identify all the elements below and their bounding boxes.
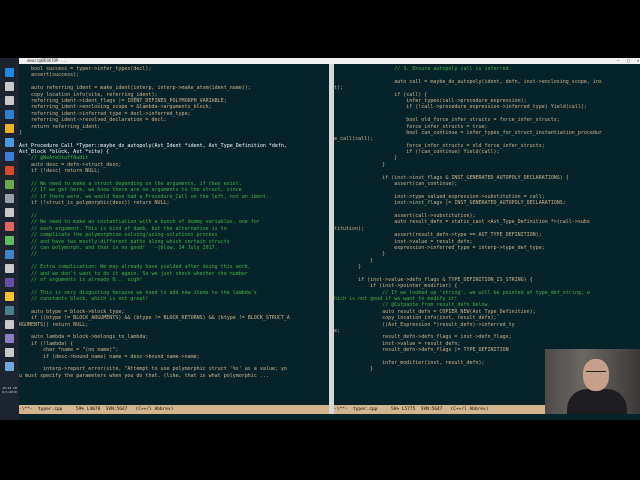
app-icon[interactable] — [5, 306, 14, 315]
app-icon[interactable] — [5, 222, 14, 231]
app-icon[interactable] — [5, 348, 14, 357]
taskbar-date: 8/1/2019 — [2, 390, 17, 394]
app-icon[interactable] — [5, 166, 14, 175]
app-icon[interactable] — [5, 292, 14, 301]
app-icon[interactable] — [5, 278, 14, 287]
windows-icon[interactable] — [5, 68, 14, 77]
explorer-icon[interactable] — [5, 124, 14, 133]
store-icon[interactable] — [5, 138, 14, 147]
modeline-left: -\**- typer.cpp 59% L4078 SVN:5647 (C++/… — [19, 405, 329, 414]
mail-icon[interactable] — [5, 152, 14, 161]
code-area-right[interactable]: // 3. Ensure autopoly call is inferred. … — [334, 66, 640, 379]
webcam-glasses — [586, 371, 606, 376]
app-icon[interactable] — [5, 320, 14, 329]
app-icon[interactable] — [5, 194, 14, 203]
desktop-screen: 10:44 AM 8/1/2019 emacs@DESKTOP-... – □ … — [0, 58, 640, 420]
task-view-icon[interactable] — [5, 96, 14, 105]
app-icon[interactable] — [5, 334, 14, 343]
editor-pane-left[interactable]: bool success = typer->infer_types(decl);… — [19, 64, 329, 414]
webcam-person-body — [567, 389, 627, 414]
app-icon[interactable] — [5, 264, 14, 273]
code-line: auto call = maybe_do_autopoly(ident, def… — [334, 78, 602, 85]
app-icon[interactable] — [5, 208, 14, 217]
code-line: bool can_continue = infer_types_for_stru… — [334, 129, 602, 136]
search-icon[interactable] — [5, 82, 14, 91]
code-line: interp->report_error(site, "Attempt to u… — [19, 366, 287, 373]
app-icon[interactable] — [5, 180, 14, 189]
taskbar-clock[interactable]: 10:44 AM 8/1/2019 — [1, 386, 18, 394]
windows-taskbar: 10:44 AM 8/1/2019 — [0, 58, 19, 420]
code-line: u must specify the parameters when you d… — [19, 372, 269, 379]
code-line: if ((btype != BLOCK_ARGUMENTS) && (btype… — [19, 315, 290, 322]
app-icon[interactable] — [5, 250, 14, 259]
edge-icon[interactable] — [5, 110, 14, 119]
app-icon[interactable] — [5, 236, 14, 245]
app-icon[interactable] — [5, 362, 14, 371]
webcam-overlay — [545, 349, 640, 414]
code-area-left[interactable]: bool success = typer->infer_types(decl);… — [19, 66, 329, 379]
